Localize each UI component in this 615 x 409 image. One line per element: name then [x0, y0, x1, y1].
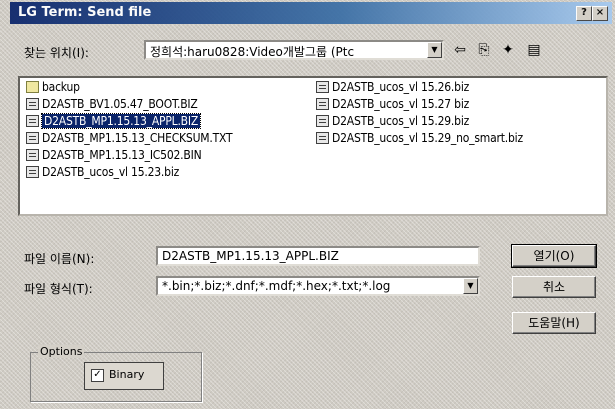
list-item[interactable]: D2ASTB_ucos_vl 15.27 biz: [316, 96, 469, 113]
binary-checkbox-container[interactable]: ✓ Binary: [84, 362, 164, 390]
window-title: LG Term: Send file: [18, 5, 152, 20]
filetype-dropdown[interactable]: *.bin;*.biz;*.dnf;*.mdf;*.hex;*.txt;*.lo…: [156, 276, 480, 296]
open-button[interactable]: 열기(O): [511, 244, 597, 268]
binary-checkbox[interactable]: ✓: [91, 369, 104, 382]
list-item[interactable]: D2ASTB_ucos_vl 15.29_no_smart.biz: [316, 130, 523, 147]
file-icon: [316, 115, 329, 127]
list-item[interactable]: backup: [26, 79, 80, 96]
look-in-value: 정희석:haru0828:Video개발그룹 (Ptc: [150, 45, 355, 59]
chevron-down-icon[interactable]: ▼: [463, 278, 478, 294]
filename-label: 파일 이름(N):: [24, 252, 95, 266]
chevron-down-icon[interactable]: ▼: [427, 42, 442, 58]
title-bar[interactable]: LG Term: Send file ? ×: [10, 2, 612, 24]
file-icon: [316, 81, 329, 93]
file-icon: [26, 115, 39, 127]
help-button[interactable]: 도움말(H): [512, 312, 596, 334]
file-list[interactable]: backup D2ASTB_BV1.05.47_BOOT.BIZ D2ASTB_…: [18, 76, 608, 216]
new-folder-icon[interactable]: ✦: [498, 40, 518, 60]
list-item[interactable]: D2ASTB_MP1.15.13_CHECKSUM.TXT: [26, 130, 233, 147]
list-item[interactable]: D2ASTB_BV1.05.47_BOOT.BIZ: [26, 96, 198, 113]
list-item[interactable]: D2ASTB_ucos_vl 15.29.biz: [316, 113, 469, 130]
cancel-button[interactable]: 취소: [512, 276, 596, 298]
list-item[interactable]: D2ASTB_ucos_vl 15.26.biz: [316, 79, 469, 96]
look-in-dropdown[interactable]: 정희석:haru0828:Video개발그룹 (Ptc ▼: [144, 40, 444, 60]
close-icon[interactable]: ×: [592, 6, 608, 21]
options-label: Options: [38, 345, 85, 358]
list-item[interactable]: D2ASTB_MP1.15.13_IC502.BIN: [26, 147, 202, 164]
file-icon: [316, 132, 329, 144]
file-icon: [26, 166, 39, 178]
filetype-label: 파일 형식(T):: [24, 282, 93, 296]
back-icon[interactable]: ⇦: [450, 40, 470, 60]
look-in-label: 찾는 위치(I):: [24, 46, 89, 60]
file-icon: [26, 132, 39, 144]
file-icon: [26, 98, 39, 110]
send-file-dialog: LG Term: Send file ? × 찾는 위치(I): 정희석:har…: [10, 0, 615, 409]
list-item[interactable]: D2ASTB_ucos_vl 15.23.biz: [26, 164, 179, 181]
filename-field[interactable]: D2ASTB_MP1.15.13_APPL.BIZ: [156, 246, 480, 266]
folder-icon: [26, 81, 39, 93]
list-item-selected[interactable]: D2ASTB_MP1.15.13_APPL.BIZ: [26, 113, 202, 130]
view-menu-icon[interactable]: ▤: [524, 40, 544, 60]
help-icon[interactable]: ?: [576, 6, 592, 21]
file-icon: [316, 98, 329, 110]
file-icon: [26, 149, 39, 161]
binary-label: Binary: [109, 368, 145, 381]
filetype-value: *.bin;*.biz;*.dnf;*.mdf;*.hex;*.txt;*.lo…: [162, 279, 391, 293]
up-folder-icon[interactable]: ⎘: [474, 40, 494, 60]
